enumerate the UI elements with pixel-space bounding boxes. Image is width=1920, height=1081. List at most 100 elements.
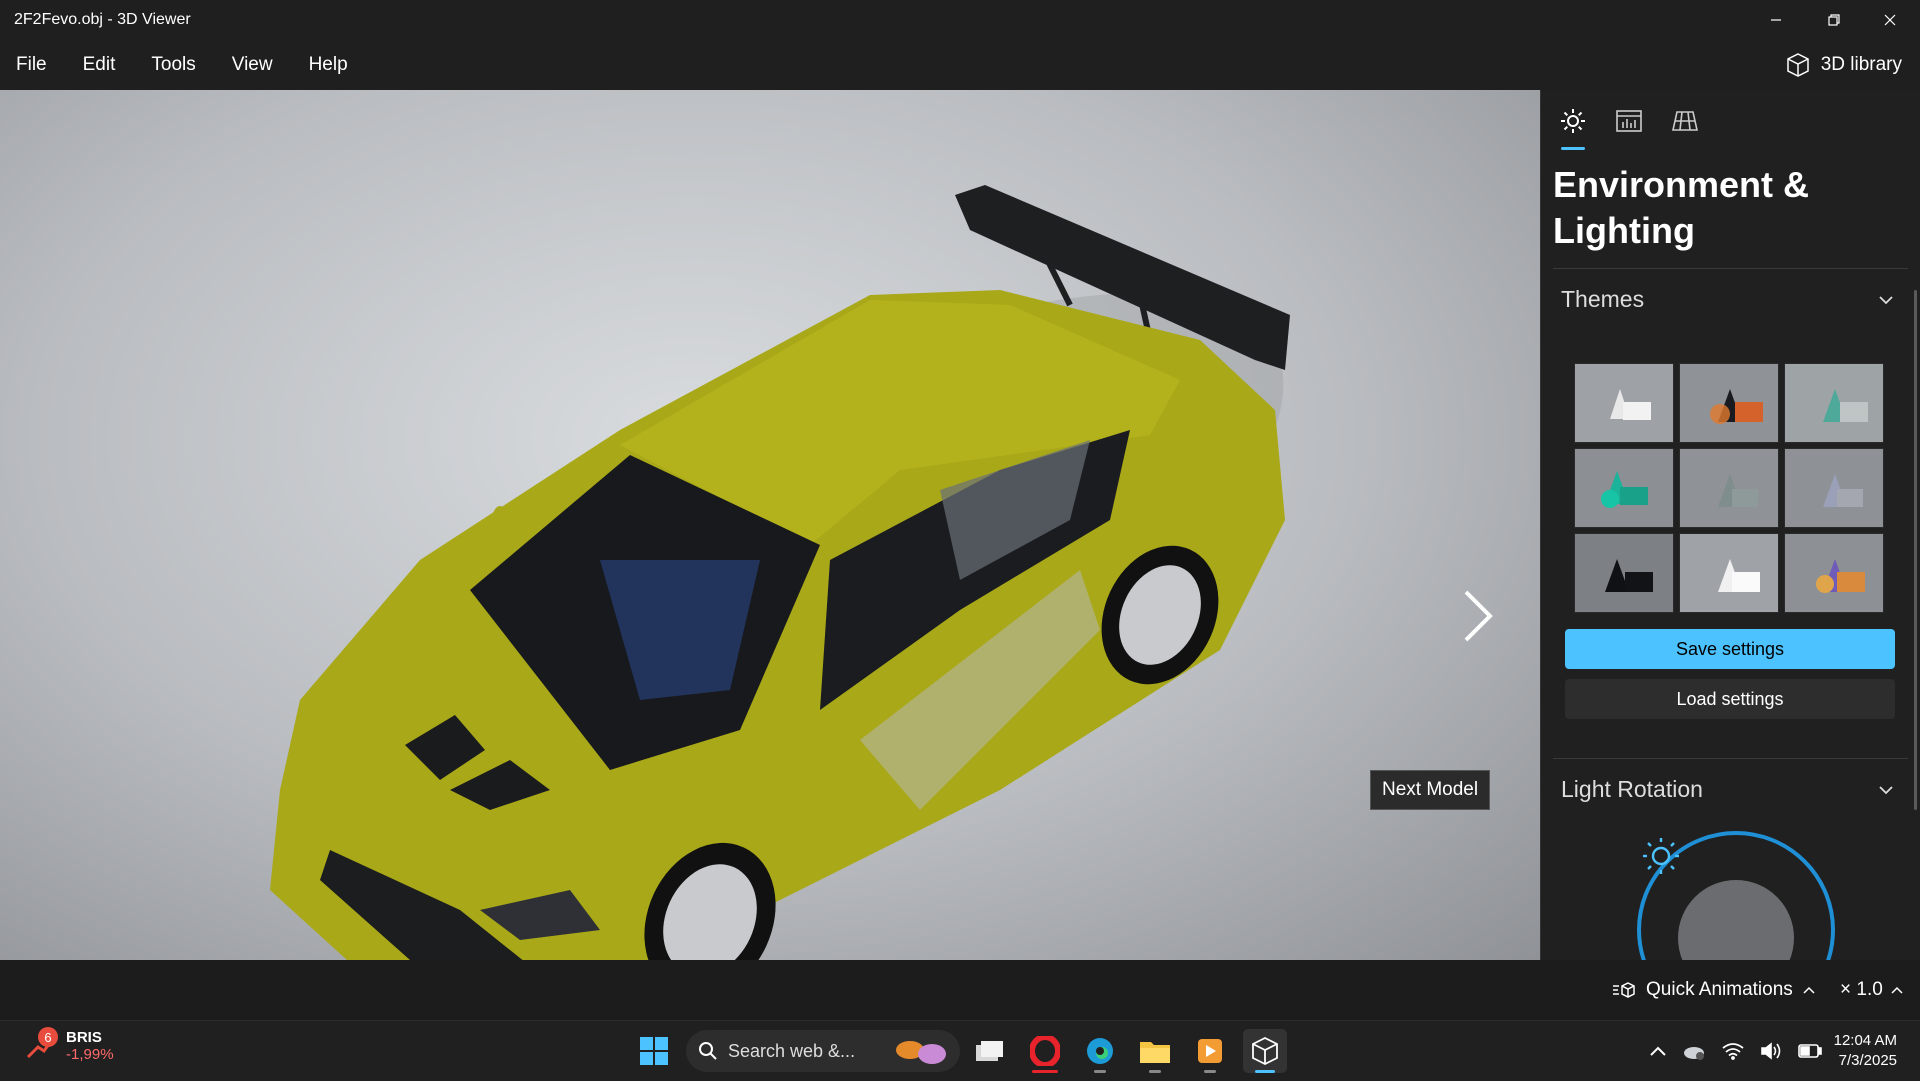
clock-time: 12:04 AM	[1833, 1032, 1897, 1049]
theme-tile[interactable]	[1679, 363, 1779, 443]
quick-animations-button[interactable]: Quick Animations	[1612, 960, 1815, 1020]
theme-preview-icon	[1710, 389, 1763, 424]
quick-animations-label: Quick Animations	[1646, 979, 1793, 1000]
window-title: 2F2Fevo.obj - 3D Viewer	[14, 11, 191, 28]
grid-floor-icon	[1672, 111, 1698, 131]
volume-icon[interactable]	[1760, 1042, 1782, 1060]
theme-tile[interactable]	[1679, 448, 1779, 528]
3d-viewer-app[interactable]	[1243, 1029, 1287, 1073]
theme-preview-icon	[1823, 474, 1863, 507]
theme-preview-icon	[1718, 559, 1760, 592]
search-icon	[699, 1042, 717, 1060]
search-placeholder: Search web &...	[728, 1040, 856, 1061]
menu-help[interactable]: Help	[291, 54, 366, 76]
themes-header[interactable]: Themes	[1561, 286, 1644, 313]
car-model[interactable]	[0, 90, 1540, 960]
3d-viewport[interactable]: Next Model	[0, 90, 1540, 960]
chevron-up-icon	[1891, 986, 1903, 994]
stock-widget[interactable]: 6 BRIS -1,99%	[24, 1027, 114, 1063]
theme-preview-icon	[1601, 471, 1648, 508]
opera-app[interactable]	[1023, 1029, 1067, 1073]
cube-icon	[1786, 53, 1809, 77]
active-indicator	[1255, 1070, 1275, 1073]
search-highlight-icon	[896, 1041, 946, 1064]
theme-preview-icon	[1718, 474, 1758, 507]
panel-title: Environment & Lighting	[1553, 164, 1810, 251]
theme-tile[interactable]	[1574, 533, 1674, 613]
restore-button[interactable]	[1806, 0, 1862, 40]
save-settings-button[interactable]: Save settings	[1565, 629, 1895, 669]
speed-label: × 1.0	[1840, 979, 1883, 1000]
opera-icon	[1030, 1036, 1060, 1066]
tab-lighting[interactable]	[1553, 104, 1593, 150]
stock-name: BRIS	[66, 1029, 102, 1046]
clock-date: 7/3/2025	[1838, 1052, 1897, 1069]
close-button[interactable]	[1862, 0, 1918, 40]
menu-bar: File Edit Tools View Help	[0, 40, 1920, 90]
system-tray	[1650, 1021, 1822, 1081]
themes-grid	[1574, 363, 1884, 613]
3d-viewer-icon	[1252, 1036, 1278, 1066]
edge-icon	[1087, 1038, 1113, 1064]
clock[interactable]: 12:04 AM 7/3/2025	[1825, 1031, 1897, 1071]
running-indicator	[1032, 1070, 1058, 1073]
chevron-down-icon[interactable]	[1879, 295, 1893, 305]
wifi-icon[interactable]	[1722, 1042, 1744, 1060]
environment-panel: Environment & Lighting Themes Save setti…	[1540, 90, 1920, 960]
stats-chart-icon	[1616, 110, 1642, 132]
battery-icon[interactable]	[1798, 1044, 1822, 1058]
load-settings-button[interactable]: Load settings	[1565, 679, 1895, 719]
onedrive-icon[interactable]	[1682, 1041, 1706, 1061]
theme-preview-icon	[1823, 389, 1868, 422]
next-model-tooltip: Next Model	[1370, 770, 1491, 810]
minimize-button[interactable]	[1748, 0, 1804, 40]
animation-bar: Quick Animations × 1.0	[0, 960, 1920, 1020]
folder-icon	[1140, 1042, 1170, 1063]
media-player-icon	[1198, 1039, 1222, 1063]
theme-tile[interactable]	[1574, 363, 1674, 443]
running-indicator	[1094, 1070, 1106, 1073]
menu-view[interactable]: View	[214, 54, 291, 76]
chevron-up-icon[interactable]	[1650, 1046, 1666, 1056]
3d-library-label: 3D library	[1820, 54, 1902, 75]
sun-icon	[1561, 109, 1585, 133]
start-button[interactable]	[632, 1029, 676, 1073]
tab-stats[interactable]	[1609, 104, 1649, 138]
stock-change: -1,99%	[66, 1046, 114, 1063]
stock-badge: 6	[38, 1027, 58, 1047]
restore-icon	[1828, 14, 1840, 26]
3d-library-button[interactable]: 3D library	[1785, 40, 1902, 90]
chevron-up-icon	[1803, 986, 1815, 994]
windows-logo-icon	[640, 1037, 668, 1065]
theme-preview-icon	[1816, 559, 1865, 593]
taskbar-search[interactable]: Search web &...	[686, 1030, 960, 1072]
menu-file[interactable]: File	[0, 54, 65, 76]
theme-tile[interactable]	[1679, 533, 1779, 613]
theme-tile[interactable]	[1784, 448, 1884, 528]
close-icon	[1884, 14, 1896, 26]
task-view-icon	[976, 1041, 1003, 1061]
theme-tile[interactable]	[1784, 533, 1884, 613]
light-rotation-header[interactable]: Light Rotation	[1561, 776, 1703, 803]
divider	[1553, 268, 1908, 269]
speed-selector[interactable]: × 1.0	[1840, 960, 1903, 1020]
light-rotation-dial[interactable]	[1621, 830, 1851, 960]
file-explorer-app[interactable]	[1133, 1029, 1177, 1073]
theme-tile[interactable]	[1784, 363, 1884, 443]
running-indicator	[1149, 1070, 1161, 1073]
stock-icon: 6	[24, 1027, 58, 1063]
chevron-right-icon[interactable]	[1458, 586, 1498, 646]
panel-scrollbar[interactable]	[1914, 290, 1917, 810]
theme-tile[interactable]	[1574, 448, 1674, 528]
chevron-down-icon[interactable]	[1879, 785, 1893, 795]
menu-edit[interactable]: Edit	[65, 54, 134, 76]
running-indicator	[1204, 1070, 1216, 1073]
theme-preview-icon	[1610, 389, 1651, 420]
media-player-app[interactable]	[1188, 1029, 1232, 1073]
theme-preview-icon	[1605, 559, 1653, 592]
title-bar: 2F2Fevo.obj - 3D Viewer	[0, 0, 1920, 40]
tab-grid[interactable]	[1665, 104, 1705, 138]
task-view-button[interactable]	[968, 1029, 1012, 1073]
menu-tools[interactable]: Tools	[133, 54, 213, 76]
edge-app[interactable]	[1078, 1029, 1122, 1073]
